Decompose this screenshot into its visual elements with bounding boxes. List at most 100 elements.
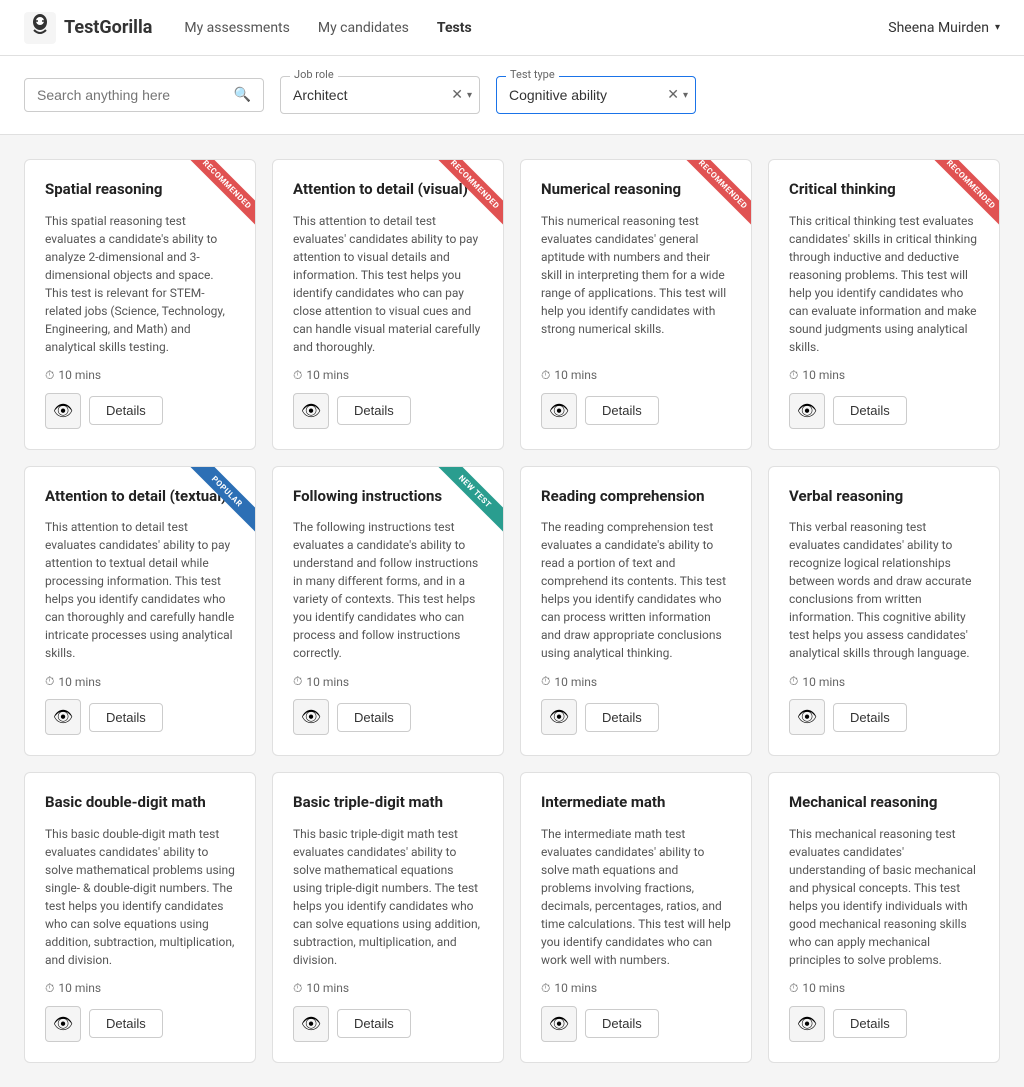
eye-icon: 👁 xyxy=(301,401,321,421)
details-button[interactable]: Details xyxy=(833,703,907,732)
clock-icon: ⏱ xyxy=(45,674,54,689)
search-input[interactable] xyxy=(37,87,226,103)
job-role-clear-icon[interactable]: ✕ xyxy=(451,87,463,103)
cards-grid: RECOMMENDED Spatial reasoning This spati… xyxy=(0,135,1024,1087)
details-button[interactable]: Details xyxy=(833,396,907,425)
card-footer: ⏱ 10 mins xyxy=(45,981,235,996)
duration-text: 10 mins xyxy=(58,368,101,382)
test-type-label: Test type xyxy=(506,68,559,81)
nav-my-assessments[interactable]: My assessments xyxy=(184,20,290,36)
eye-icon: 👁 xyxy=(797,1014,817,1034)
test-type-select[interactable]: Cognitive ability xyxy=(496,76,696,114)
card-duration: ⏱ 10 mins xyxy=(789,981,845,996)
details-button[interactable]: Details xyxy=(89,396,163,425)
card-duration: ⏱ 10 mins xyxy=(45,981,101,996)
details-button[interactable]: Details xyxy=(337,1009,411,1038)
preview-button[interactable]: 👁 xyxy=(541,393,577,429)
test-card: POPULAR Attention to detail (textual) Th… xyxy=(24,466,256,757)
card-description: This mechanical reasoning test evaluates… xyxy=(789,825,979,969)
card-footer: ⏱ 10 mins xyxy=(789,368,979,383)
card-actions: 👁 Details xyxy=(45,699,235,735)
card-footer: ⏱ 10 mins xyxy=(293,368,483,383)
card-description: The intermediate math test evaluates can… xyxy=(541,825,731,969)
ribbon-label: NEW TEST xyxy=(434,467,503,533)
brand-icon xyxy=(24,12,56,44)
details-button[interactable]: Details xyxy=(337,703,411,732)
preview-button[interactable]: 👁 xyxy=(293,699,329,735)
details-button[interactable]: Details xyxy=(89,703,163,732)
card-actions: 👁 Details xyxy=(541,699,731,735)
test-card: RECOMMENDED Critical thinking This criti… xyxy=(768,159,1000,450)
clock-icon: ⏱ xyxy=(45,368,54,383)
clock-icon: ⏱ xyxy=(789,368,798,383)
details-button[interactable]: Details xyxy=(585,703,659,732)
filters-bar: 🔍 Job role Architect ✕ ▾ Test type Cogni… xyxy=(0,56,1024,135)
ribbon-label: POPULAR xyxy=(186,467,255,533)
card-footer: ⏱ 10 mins xyxy=(789,981,979,996)
eye-icon: 👁 xyxy=(549,707,569,727)
card-ribbon: RECOMMENDED xyxy=(433,160,503,230)
eye-icon: 👁 xyxy=(797,401,817,421)
details-button[interactable]: Details xyxy=(833,1009,907,1038)
eye-icon: 👁 xyxy=(797,707,817,727)
card-footer: ⏱ 10 mins xyxy=(45,368,235,383)
card-duration: ⏱ 10 mins xyxy=(45,368,101,383)
clock-icon: ⏱ xyxy=(789,674,798,689)
card-title: Mechanical reasoning xyxy=(789,793,979,813)
clock-icon: ⏱ xyxy=(541,368,550,383)
card-footer: ⏱ 10 mins xyxy=(45,674,235,689)
user-name: Sheena Muirden xyxy=(888,20,989,36)
test-type-clear-icon[interactable]: ✕ xyxy=(667,87,679,103)
eye-icon: 👁 xyxy=(549,401,569,421)
card-actions: 👁 Details xyxy=(293,393,483,429)
card-title: Basic triple-digit math xyxy=(293,793,483,813)
eye-icon: 👁 xyxy=(53,707,73,727)
job-role-select[interactable]: Architect xyxy=(280,76,480,114)
details-button[interactable]: Details xyxy=(337,396,411,425)
card-ribbon: RECOMMENDED xyxy=(681,160,751,230)
card-actions: 👁 Details xyxy=(45,393,235,429)
eye-icon: 👁 xyxy=(301,1014,321,1034)
preview-button[interactable]: 👁 xyxy=(541,699,577,735)
card-title: Verbal reasoning xyxy=(789,487,979,507)
eye-icon: 👁 xyxy=(53,1014,73,1034)
brand-name: TestGorilla xyxy=(64,17,152,38)
card-title: Intermediate math xyxy=(541,793,731,813)
nav-my-candidates[interactable]: My candidates xyxy=(318,20,409,36)
test-type-filter: Test type Cognitive ability ✕ ▾ xyxy=(496,76,696,114)
duration-text: 10 mins xyxy=(306,368,349,382)
test-card: Mechanical reasoning This mechanical rea… xyxy=(768,772,1000,1063)
card-actions: 👁 Details xyxy=(541,393,731,429)
card-duration: ⏱ 10 mins xyxy=(293,981,349,996)
brand-logo[interactable]: TestGorilla xyxy=(24,12,152,44)
chevron-down-icon: ▾ xyxy=(995,22,1000,33)
eye-icon: 👁 xyxy=(53,401,73,421)
preview-button[interactable]: 👁 xyxy=(789,699,825,735)
preview-button[interactable]: 👁 xyxy=(45,699,81,735)
preview-button[interactable]: 👁 xyxy=(45,393,81,429)
preview-button[interactable]: 👁 xyxy=(293,393,329,429)
test-card: Reading comprehension The reading compre… xyxy=(520,466,752,757)
card-duration: ⏱ 10 mins xyxy=(789,674,845,689)
card-title: Basic double-digit math xyxy=(45,793,235,813)
card-footer: ⏱ 10 mins xyxy=(789,674,979,689)
card-ribbon: RECOMMENDED xyxy=(929,160,999,230)
details-button[interactable]: Details xyxy=(585,1009,659,1038)
card-footer: ⏱ 10 mins xyxy=(541,981,731,996)
user-menu[interactable]: Sheena Muirden ▾ xyxy=(888,20,1000,36)
details-button[interactable]: Details xyxy=(585,396,659,425)
duration-text: 10 mins xyxy=(58,981,101,995)
duration-text: 10 mins xyxy=(58,675,101,689)
card-description: The following instructions test evaluate… xyxy=(293,518,483,662)
card-duration: ⏱ 10 mins xyxy=(789,368,845,383)
duration-text: 10 mins xyxy=(554,675,597,689)
card-description: This critical thinking test evaluates ca… xyxy=(789,212,979,356)
nav-tests[interactable]: Tests xyxy=(437,20,472,36)
card-duration: ⏱ 10 mins xyxy=(293,368,349,383)
details-button[interactable]: Details xyxy=(89,1009,163,1038)
card-footer: ⏱ 10 mins xyxy=(293,981,483,996)
preview-button[interactable]: 👁 xyxy=(789,393,825,429)
test-card: RECOMMENDED Spatial reasoning This spati… xyxy=(24,159,256,450)
clock-icon: ⏱ xyxy=(293,981,302,996)
clock-icon: ⏱ xyxy=(541,981,550,996)
